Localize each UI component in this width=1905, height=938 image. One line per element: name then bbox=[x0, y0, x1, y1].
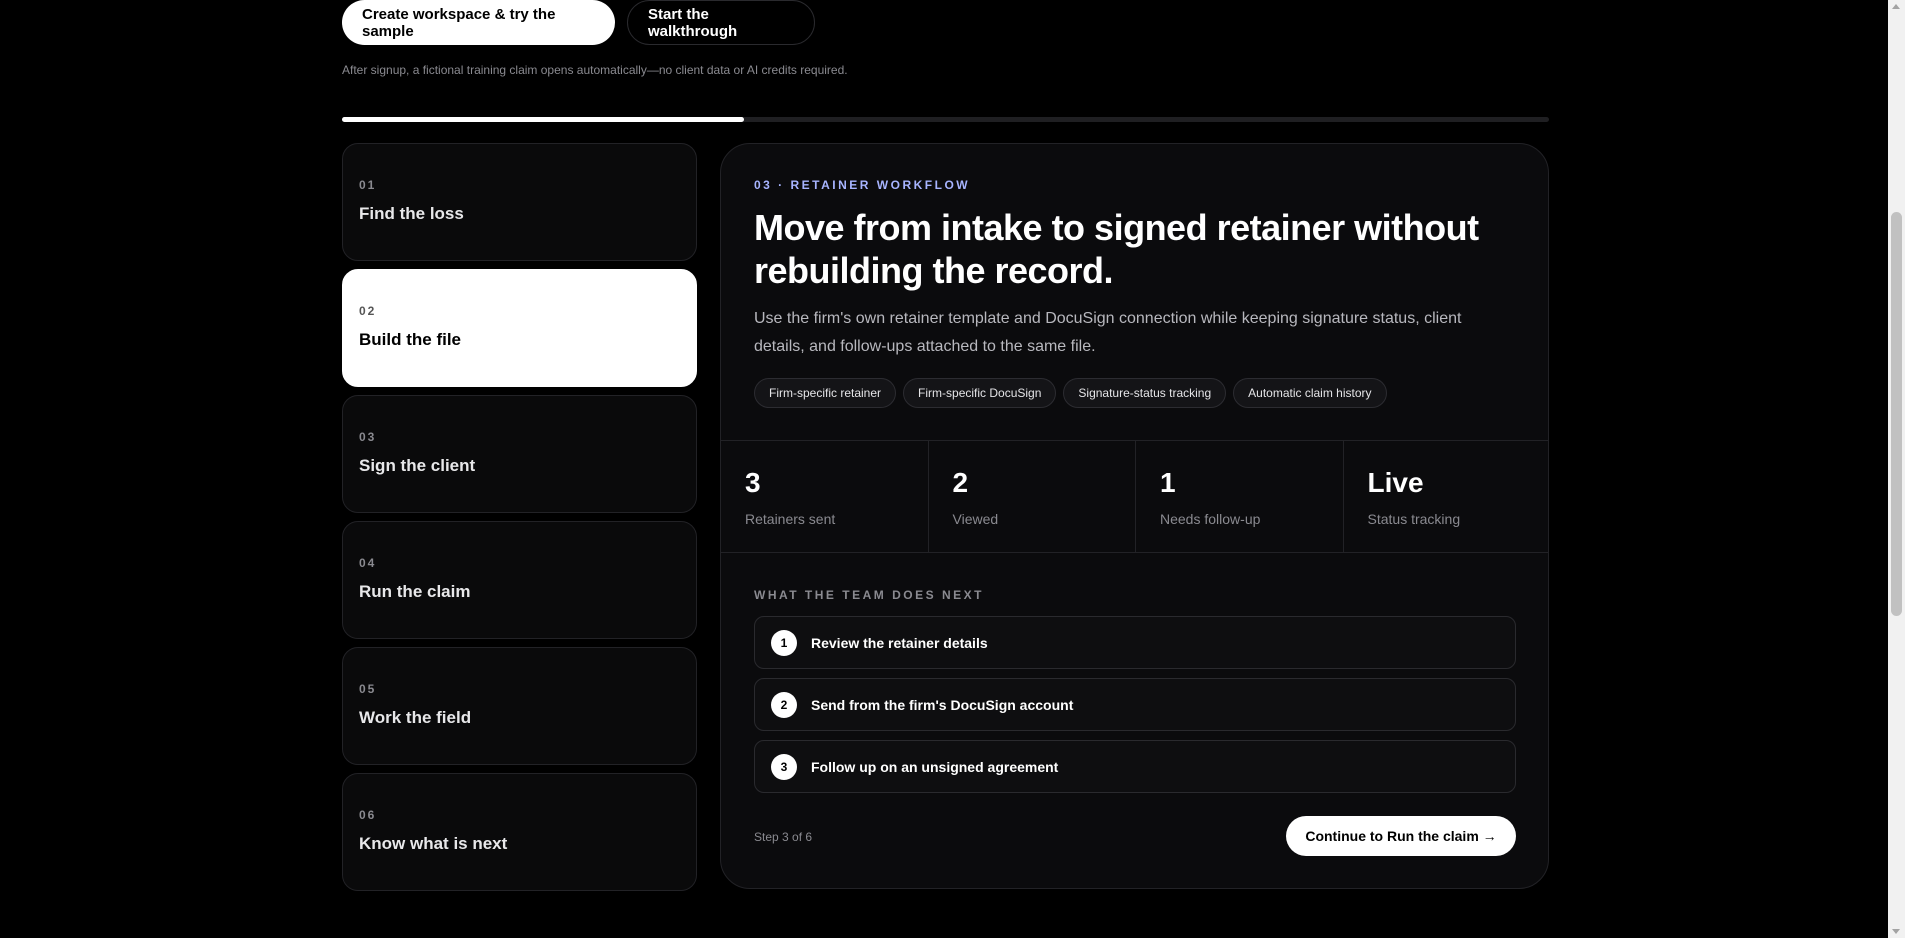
step-build-the-file[interactable]: 02 Build the file bbox=[342, 269, 697, 387]
stat-value: 2 bbox=[952, 467, 969, 498]
stat-label: Status tracking bbox=[1367, 511, 1461, 527]
stat-label: Needs follow-up bbox=[1160, 511, 1261, 527]
progress-bar bbox=[342, 117, 1549, 122]
task-follow-up[interactable]: 3 Follow up on an unsigned agreement bbox=[754, 740, 1516, 793]
signup-note: After signup, a fictional training claim… bbox=[342, 63, 848, 77]
step-title: Run the claim bbox=[359, 582, 471, 601]
stat-retainers-sent: 3 Retainers sent bbox=[721, 441, 929, 552]
step-title: Build the file bbox=[359, 330, 461, 349]
stat-label: Viewed bbox=[952, 511, 999, 527]
step-sign-the-client[interactable]: 03 Sign the client bbox=[342, 395, 697, 513]
stat-value: Live bbox=[1367, 467, 1424, 498]
step-number: 06 bbox=[359, 808, 377, 822]
task-number: 2 bbox=[771, 691, 797, 718]
continue-button[interactable]: Continue to Run the claim → bbox=[1286, 816, 1516, 856]
progress-fill bbox=[342, 117, 744, 122]
step-know-what-is-next[interactable]: 06 Know what is next bbox=[342, 773, 697, 891]
task-label: Follow up on an unsigned agreement bbox=[811, 758, 1059, 775]
stat-viewed: 2 Viewed bbox=[929, 441, 1136, 552]
task-label: Review the retainer details bbox=[811, 634, 988, 651]
tag: Firm-specific DocuSign bbox=[903, 378, 1057, 408]
task-label: Send from the firm's DocuSign account bbox=[811, 696, 1074, 713]
stat-label: Retainers sent bbox=[745, 511, 836, 527]
step-number: 05 bbox=[359, 682, 377, 696]
task-send-docusign[interactable]: 2 Send from the firm's DocuSign account bbox=[754, 678, 1516, 731]
step-find-the-loss[interactable]: 01 Find the loss bbox=[342, 143, 697, 261]
step-number: 04 bbox=[359, 556, 377, 570]
step-title: Find the loss bbox=[359, 204, 464, 223]
tag: Signature-status tracking bbox=[1063, 378, 1227, 408]
step-number: 02 bbox=[359, 304, 377, 318]
stat-value: 3 bbox=[745, 467, 761, 498]
step-number: 03 bbox=[359, 430, 377, 444]
stats-row: 3 Retainers sent 2 Viewed 1 Needs follow… bbox=[721, 440, 1549, 553]
panel-description: Use the firm's own retainer template and… bbox=[754, 310, 1462, 355]
start-walkthrough-button[interactable]: Start the walkthrough bbox=[627, 0, 815, 45]
step-list: 01 Find the loss 02 Build the file 03 Si… bbox=[342, 143, 697, 899]
task-list: 1 Review the retainer details 2 Send fro… bbox=[754, 616, 1516, 802]
feature-tags: Firm-specific retainer Firm-specific Doc… bbox=[754, 378, 1387, 408]
next-steps-title: WHAT THE TEAM DOES NEXT bbox=[754, 588, 984, 602]
stat-value: 1 bbox=[1160, 467, 1176, 498]
step-run-the-claim[interactable]: 04 Run the claim bbox=[342, 521, 697, 639]
cta-row: Create workspace & try the sample Start … bbox=[342, 0, 815, 45]
step-title: Know what is next bbox=[359, 834, 508, 853]
stat-needs-follow-up: 1 Needs follow-up bbox=[1136, 441, 1344, 552]
panel-eyebrow: 03 · RETAINER WORKFLOW bbox=[754, 178, 971, 192]
scroll-down-arrow-icon[interactable] bbox=[1892, 929, 1900, 934]
step-work-the-field[interactable]: 05 Work the field bbox=[342, 647, 697, 765]
panel-headline: Move from intake to signed retainer with… bbox=[754, 207, 1479, 291]
stat-status-tracking: Live Status tracking bbox=[1344, 441, 1549, 552]
detail-panel: 03 · RETAINER WORKFLOW Move from intake … bbox=[720, 143, 1549, 889]
step-title: Sign the client bbox=[359, 456, 476, 475]
step-title: Work the field bbox=[359, 708, 472, 727]
step-counter: Step 3 of 6 bbox=[754, 830, 813, 844]
task-number: 3 bbox=[771, 753, 797, 780]
scroll-thumb[interactable] bbox=[1891, 212, 1902, 616]
page: Create workspace & try the sample Start … bbox=[0, 0, 1905, 938]
task-review-retainer[interactable]: 1 Review the retainer details bbox=[754, 616, 1516, 669]
page-scrollbar[interactable] bbox=[1888, 0, 1905, 938]
create-workspace-button[interactable]: Create workspace & try the sample bbox=[342, 0, 615, 45]
task-number: 1 bbox=[771, 629, 797, 656]
step-number: 01 bbox=[359, 178, 377, 192]
tag: Automatic claim history bbox=[1233, 378, 1387, 408]
scroll-up-arrow-icon[interactable] bbox=[1892, 4, 1900, 9]
tag: Firm-specific retainer bbox=[754, 378, 897, 408]
